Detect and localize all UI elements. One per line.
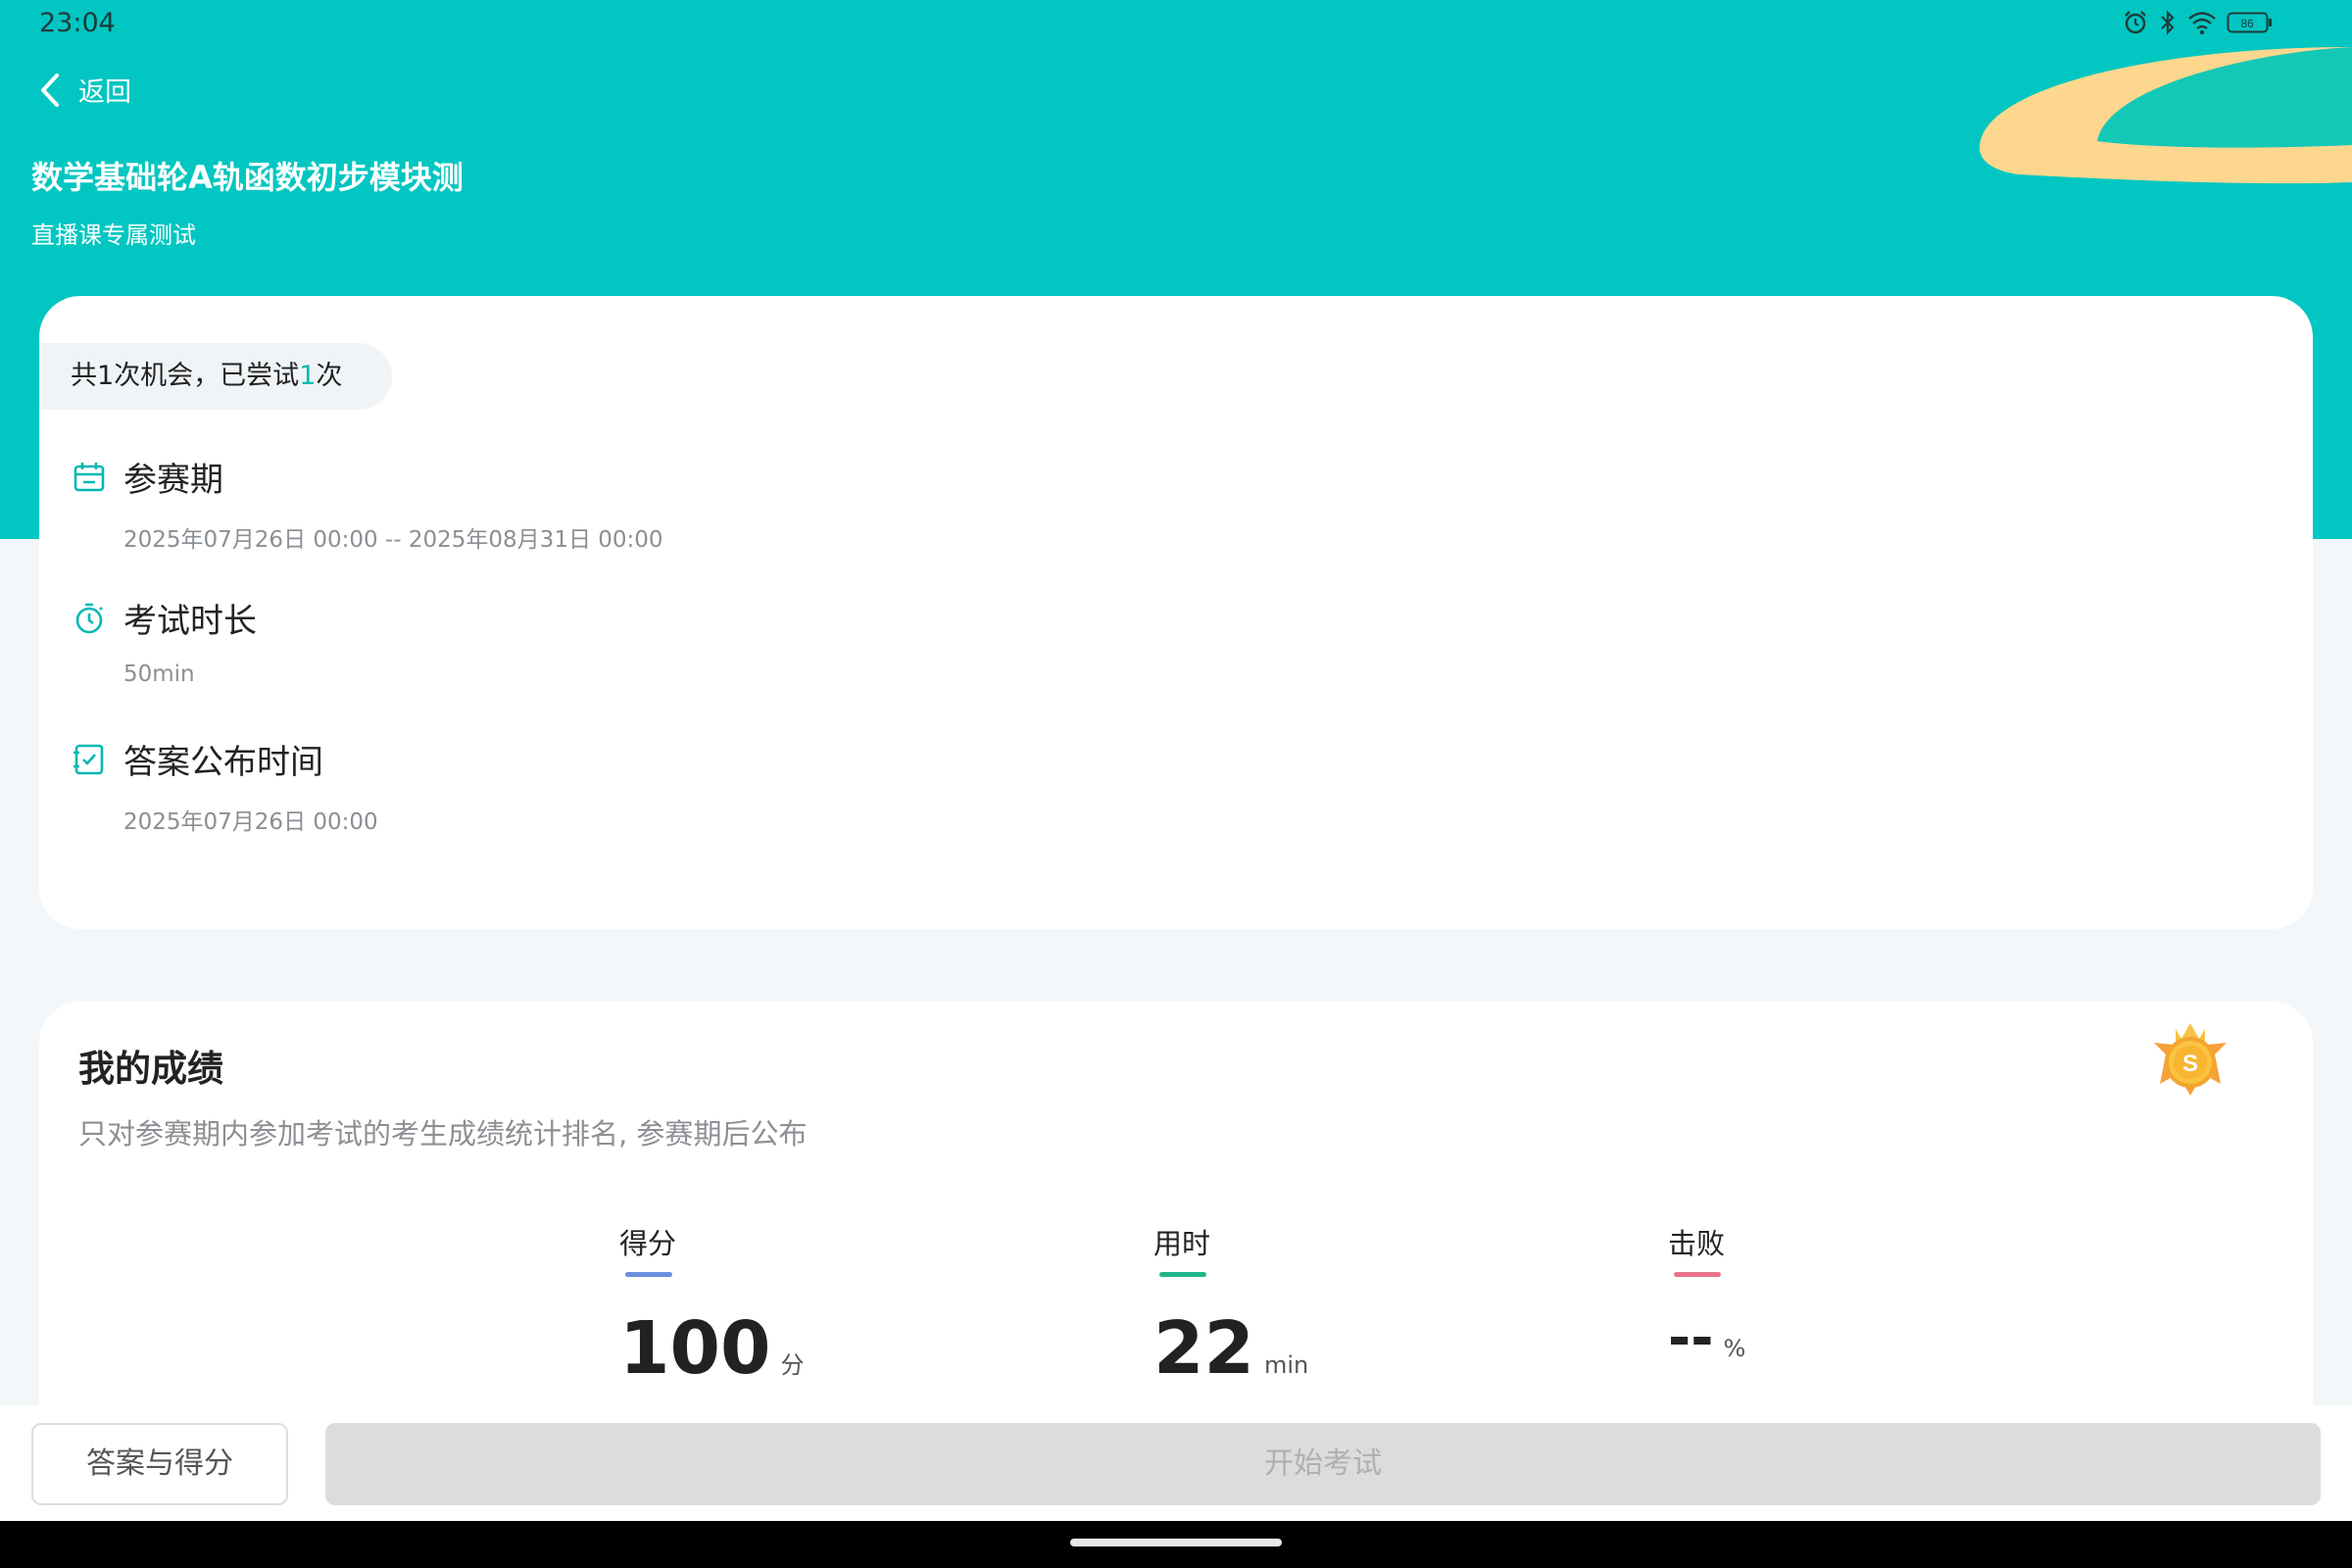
stat-score-value: 100 [619, 1306, 771, 1391]
score-title: 我的成绩 [78, 1048, 223, 1090]
stat-defeated-label: 击败 [1668, 1227, 1726, 1260]
stat-time-underline [1159, 1272, 1206, 1277]
info-value-answer-release: 2025年07月26日 00:00 [123, 809, 378, 835]
battery-level: 86 [2240, 17, 2254, 30]
back-label: 返回 [78, 77, 131, 108]
home-indicator[interactable] [1070, 1539, 1282, 1546]
info-title-duration: 考试时长 [123, 602, 257, 641]
system-nav-bar [0, 1521, 2352, 1568]
bottom-action-bar: 答案与得分 开始考试 [0, 1405, 2352, 1521]
checklist-icon [74, 744, 104, 774]
calendar-icon [74, 462, 105, 491]
attempts-prefix: 共1次机会，已尝试 [71, 361, 300, 391]
attempts-count: 1 [299, 361, 317, 391]
page-subtitle: 直播课专属测试 [31, 221, 196, 249]
info-value-duration: 50min [123, 662, 195, 687]
stat-time-unit: min [1263, 1351, 1309, 1379]
start-exam-button[interactable]: 开始考试 [325, 1423, 2321, 1505]
stopwatch-icon [75, 603, 103, 633]
stat-score-unit: 分 [780, 1351, 805, 1379]
stat-score: 得分 100 分 [619, 1221, 804, 1391]
info-item-answer-release: 答案公布时间 2025年07月26日 00:00 [73, 735, 378, 836]
stat-defeated-value: -- [1668, 1306, 1714, 1370]
stat-defeated-unit: % [1723, 1335, 1746, 1362]
back-button[interactable]: 返回 [39, 71, 131, 109]
battery-icon: 86 [2227, 12, 2272, 33]
stat-time: 用时 22 min [1153, 1221, 1308, 1391]
attempts-suffix: 次 [316, 361, 343, 391]
stat-score-label: 得分 [619, 1227, 677, 1260]
medal-letter: S [2182, 1051, 2198, 1077]
status-bar: 23:04 86 [0, 0, 2352, 47]
decorative-wave-icon [1979, 47, 2352, 184]
medal-icon: S [2154, 1023, 2227, 1096]
attempts-badge: 共1次机会，已尝试1次 [39, 343, 392, 410]
wifi-icon [2188, 12, 2216, 35]
bluetooth-icon [2161, 10, 2175, 35]
page-title: 数学基础轮A轨函数初步模块测 [31, 159, 464, 196]
info-item-period: 参赛期 2025年07月26日 00:00 -- 2025年08月31日 00:… [73, 453, 663, 554]
chevron-left-icon [41, 73, 59, 107]
status-icons: 86 [2123, 10, 2274, 35]
info-value-period: 2025年07月26日 00:00 -- 2025年08月31日 00:00 [123, 527, 663, 553]
info-item-duration: 考试时长 50min [73, 594, 257, 687]
stat-defeated: 击败 -- % [1668, 1221, 1745, 1370]
status-time: 23:04 [39, 8, 116, 38]
stat-time-label: 用时 [1153, 1227, 1211, 1260]
info-title-period: 参赛期 [123, 461, 223, 500]
alarm-icon [2125, 11, 2146, 34]
score-description: 只对参赛期内参加考试的考生成绩统计排名, 参赛期后公布 [78, 1117, 808, 1151]
exam-info-card: 共1次机会，已尝试1次 参赛期 2025年07月26日 00:00 -- 202… [39, 296, 2313, 929]
info-title-answer-release: 答案公布时间 [123, 743, 323, 782]
stat-time-value: 22 [1153, 1306, 1254, 1391]
stat-score-underline [625, 1272, 672, 1277]
stat-defeated-underline [1674, 1272, 1721, 1277]
answers-and-score-button[interactable]: 答案与得分 [31, 1423, 288, 1505]
